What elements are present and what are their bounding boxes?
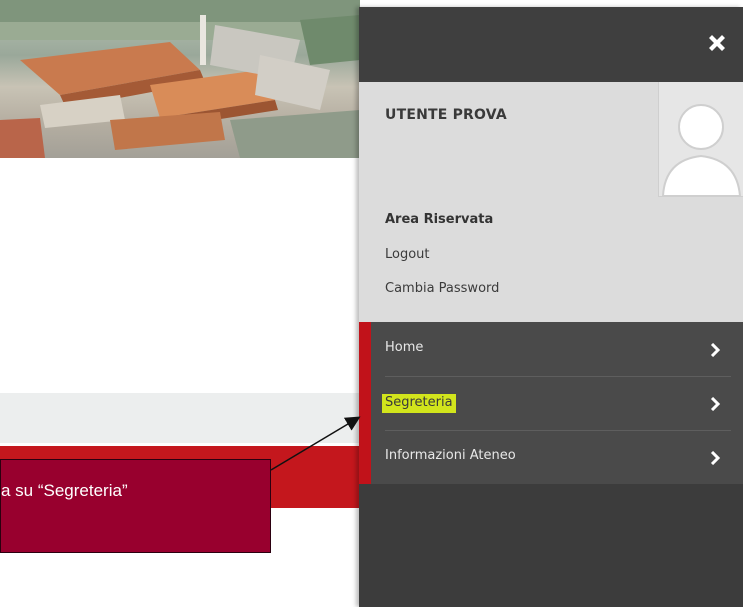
panel-header xyxy=(359,7,743,82)
callout-text: a su “Segreteria” xyxy=(1,481,128,500)
close-icon[interactable] xyxy=(703,29,731,57)
menu-item-label: Home xyxy=(385,340,424,355)
menu-item-home[interactable]: Home xyxy=(371,322,743,376)
menu-item-label: Segreteria xyxy=(382,394,456,413)
area-riservata-title: Area Riservata xyxy=(385,212,494,227)
logout-link[interactable]: Logout xyxy=(385,247,430,262)
change-password-link[interactable]: Cambia Password xyxy=(385,281,499,296)
side-menu-panel: UTENTE PROVA Area Riservata Logout Cambi… xyxy=(359,7,743,607)
page-grey-band xyxy=(0,393,360,443)
user-name: UTENTE PROVA xyxy=(385,107,507,123)
menu-item-segreteria[interactable]: Segreteria xyxy=(371,376,743,430)
chevron-right-icon xyxy=(709,450,721,466)
user-avatar-icon xyxy=(658,82,743,197)
user-info-box: UTENTE PROVA Area Riservata Logout Cambi… xyxy=(359,82,743,322)
campus-aerial-photo xyxy=(0,0,360,158)
instruction-callout: a su “Segreteria” xyxy=(0,459,271,553)
menu-accent-bar xyxy=(359,322,371,484)
chevron-right-icon xyxy=(709,342,721,358)
menu-item-informazioni-ateneo[interactable]: Informazioni Ateneo xyxy=(371,430,743,484)
main-menu: Home Segreteria Informazioni Ateneo xyxy=(359,322,743,484)
chevron-right-icon xyxy=(709,396,721,412)
menu-item-label: Informazioni Ateneo xyxy=(385,448,516,463)
campus-banner-image xyxy=(0,0,360,158)
